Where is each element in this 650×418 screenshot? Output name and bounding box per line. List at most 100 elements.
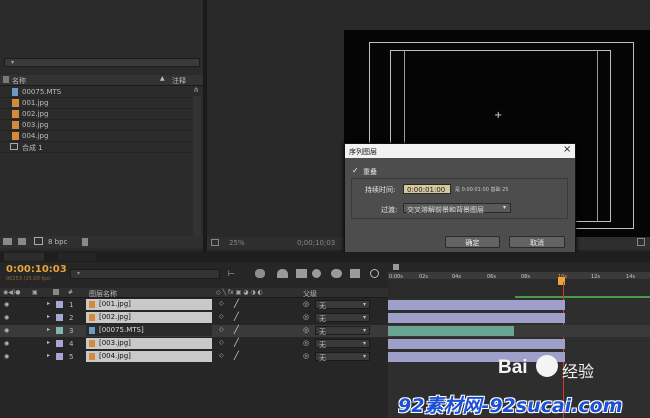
shy-switch-icon[interactable]: ◇ xyxy=(219,352,224,359)
expand-arrow-icon[interactable]: ▸ xyxy=(47,352,50,359)
close-icon[interactable]: × xyxy=(563,144,571,155)
layer-name-cell[interactable]: [002.jpg] xyxy=(86,312,212,323)
quality-switch-icon[interactable]: ╱ xyxy=(234,325,239,334)
eye-icon[interactable]: ◉ xyxy=(4,327,9,334)
expand-arrow-icon[interactable]: ▸ xyxy=(47,339,50,346)
layer-name-cell[interactable]: [001.jpg] xyxy=(86,299,212,310)
parent-link-icon[interactable]: ◎ xyxy=(303,326,309,334)
layer-name-cell[interactable]: [00075.MTS] xyxy=(86,325,212,336)
tab-composition[interactable] xyxy=(4,253,44,261)
viewer-timecode[interactable]: 0;00;10;03 xyxy=(297,239,335,247)
parent-select[interactable]: 无 ▾ xyxy=(315,313,370,323)
parent-select[interactable]: 无 ▾ xyxy=(315,300,370,310)
quality-switch-icon[interactable]: ╱ xyxy=(234,338,239,347)
quality-switch-icon[interactable]: ╱ xyxy=(234,351,239,360)
column-comment-label[interactable]: 注释 xyxy=(172,76,186,86)
expand-arrow-icon[interactable]: ▸ xyxy=(47,300,50,307)
tab-render-queue[interactable] xyxy=(58,253,96,261)
project-toolbar: 8 bpc xyxy=(0,236,203,248)
new-folder-icon[interactable] xyxy=(18,238,26,245)
layer-duration-bar[interactable] xyxy=(388,339,565,349)
layer-name: [001.jpg] xyxy=(99,300,131,308)
list-item[interactable]: 003.jpg xyxy=(0,120,192,131)
layer-row[interactable]: ◉ ▸ 1 [001.jpg] ◇ ╱ ◎ 无 ▾ xyxy=(0,299,650,311)
layer-duration-bar[interactable] xyxy=(388,313,565,323)
parent-link-icon[interactable]: ◎ xyxy=(303,339,309,347)
flowchart-icon[interactable]: ⋔ xyxy=(193,86,199,94)
label-color-swatch[interactable] xyxy=(56,314,63,321)
frame-info: 00253 (25.00 fps) xyxy=(6,276,51,282)
current-time[interactable]: 0:00:10:03 xyxy=(6,264,67,275)
shy-switch-icon[interactable]: ◇ xyxy=(219,300,224,307)
layer-row[interactable]: ◉ ▸ 2 [002.jpg] ◇ ╱ ◎ 无 ▾ xyxy=(0,312,650,324)
zoom-nav-icon[interactable] xyxy=(393,264,399,270)
grid-toggle-icon[interactable] xyxy=(211,239,219,246)
parent-link-icon[interactable]: ◎ xyxy=(303,300,309,308)
dialog-titlebar[interactable]: 序列图层 × xyxy=(345,144,575,158)
layer-duration-bar[interactable] xyxy=(388,326,514,336)
layer-row[interactable]: ◉ ▸ 4 [003.jpg] ◇ ╱ ◎ 无 ▾ xyxy=(0,338,650,350)
layer-name-cell[interactable]: [004.jpg] xyxy=(86,351,212,362)
project-scrollbar[interactable] xyxy=(193,96,201,236)
parent-select[interactable]: 无 ▾ xyxy=(315,339,370,349)
quality-switch-icon[interactable]: ╱ xyxy=(234,299,239,308)
parent-header[interactable]: 父级 xyxy=(303,289,317,299)
layer-name: [002.jpg] xyxy=(99,313,131,321)
eye-icon[interactable]: ◉ xyxy=(4,314,9,321)
expand-arrow-icon[interactable]: ▸ xyxy=(47,326,50,333)
layer-duration-bar[interactable] xyxy=(388,300,565,310)
viewer-options-icon[interactable] xyxy=(637,238,645,246)
frame-blending-icon[interactable] xyxy=(296,269,307,278)
column-name-label[interactable]: 名称 xyxy=(12,76,26,86)
project-search-input[interactable]: ▾ xyxy=(4,58,200,67)
overlap-checkbox[interactable]: ✓ xyxy=(352,167,360,175)
graph-editor-icon[interactable] xyxy=(350,269,360,278)
number-column-icon: # xyxy=(68,289,74,296)
parent-link-icon[interactable]: ◎ xyxy=(303,313,309,321)
new-composition-icon[interactable] xyxy=(34,237,43,245)
expand-arrow-icon[interactable]: ▸ xyxy=(47,313,50,320)
label-color-swatch[interactable] xyxy=(56,327,63,334)
brainstorm-icon[interactable] xyxy=(331,269,342,278)
eye-icon[interactable]: ◉ xyxy=(4,353,9,360)
list-item[interactable]: 001.jpg xyxy=(0,98,192,109)
zoom-level[interactable]: 25% xyxy=(229,239,245,247)
parent-value: 无 xyxy=(319,302,326,310)
duration-input[interactable]: 0:00:01:00 xyxy=(403,184,451,194)
parent-link-icon[interactable]: ◎ xyxy=(303,352,309,360)
parent-select[interactable]: 无 ▾ xyxy=(315,326,370,336)
comp-mini-flowchart-icon[interactable]: ⊢ xyxy=(228,269,235,278)
layer-name-cell[interactable]: [003.jpg] xyxy=(86,338,212,349)
layer-name-header[interactable]: 图层名称 xyxy=(89,289,117,299)
list-item[interactable]: 合成 1 xyxy=(0,142,192,153)
interpret-footage-icon[interactable] xyxy=(3,238,12,245)
list-item[interactable]: 004.jpg xyxy=(0,131,192,142)
center-crosshair-icon: + xyxy=(494,110,503,121)
quality-switch-icon[interactable]: ╱ xyxy=(234,312,239,321)
shy-switch-icon[interactable]: ◇ xyxy=(219,326,224,333)
shy-layers-icon[interactable] xyxy=(277,269,288,278)
list-item[interactable]: 002.jpg xyxy=(0,109,192,120)
list-item[interactable]: 00075.MTS xyxy=(0,87,192,98)
time-ruler[interactable]: 0:00s 02s 04s 06s 08s 10s 12s 14s xyxy=(388,272,650,298)
cancel-button[interactable]: 取消 xyxy=(509,236,565,248)
ok-button[interactable]: 确定 xyxy=(445,236,500,248)
label-color-swatch[interactable] xyxy=(56,340,63,347)
shy-switch-icon[interactable]: ◇ xyxy=(219,313,224,320)
bpc-label[interactable]: 8 bpc xyxy=(48,238,67,246)
label-color-swatch[interactable] xyxy=(56,301,63,308)
label-color-swatch[interactable] xyxy=(56,353,63,360)
ok-button-label: 确定 xyxy=(465,239,480,247)
parent-select[interactable]: 无 ▾ xyxy=(315,352,370,362)
layer-row[interactable]: ◉ ▸ 3 [00075.MTS] ◇ ╱ ◎ 无 ▾ xyxy=(0,325,650,337)
eye-icon[interactable]: ◉ xyxy=(4,340,9,347)
eye-icon[interactable]: ◉ xyxy=(4,301,9,308)
timeline-search-input[interactable]: ▾ xyxy=(70,269,220,279)
transition-select[interactable]: 交叉溶解前景和背景图层 ▾ xyxy=(403,203,511,214)
draft-3d-icon[interactable] xyxy=(255,269,265,278)
motion-blur-icon[interactable] xyxy=(312,269,321,278)
shy-switch-icon[interactable]: ◇ xyxy=(219,339,224,346)
trash-icon[interactable] xyxy=(82,238,88,246)
timer-icon[interactable] xyxy=(370,269,379,278)
layer-number: 1 xyxy=(69,301,74,309)
